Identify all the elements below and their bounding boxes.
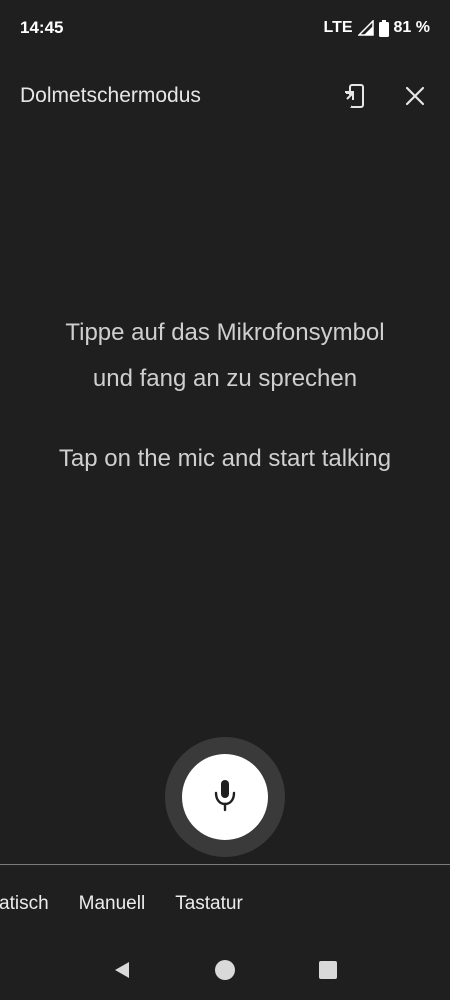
microphone-icon: [212, 778, 238, 817]
tab-keyboard[interactable]: Tastatur: [160, 893, 258, 915]
status-bar: 14:45 LTE 81 %: [0, 0, 450, 56]
app-bar: Dolmetschermodus: [0, 68, 450, 124]
status-indicators: LTE 81 %: [323, 19, 430, 37]
prompt-german-line-1: Tippe auf das Mikrofonsymbol: [65, 319, 385, 346]
status-time: 14:45: [20, 18, 64, 37]
back-icon[interactable]: [102, 950, 142, 990]
recents-icon[interactable]: [308, 950, 348, 990]
tab-manual[interactable]: Manuell: [64, 893, 161, 915]
mic-button[interactable]: [182, 754, 268, 840]
mode-tabs: atisch Manuell Tastatur: [0, 880, 258, 928]
divider: [0, 864, 450, 865]
tab-automatic[interactable]: atisch: [0, 893, 64, 915]
navigation-bar: [0, 945, 450, 995]
signal-icon: [357, 20, 374, 36]
prompt-german: Tippe auf das Mikrofonsymbol und fang an…: [0, 310, 450, 402]
close-icon[interactable]: [400, 81, 430, 111]
prompt-german-line-2: und fang an zu sprechen: [92, 365, 358, 392]
mic-ring: [165, 737, 285, 857]
prompt-english: Tap on the mic and start talking: [0, 436, 450, 482]
network-type: LTE: [323, 19, 353, 36]
battery-icon: [378, 19, 389, 37]
app-bar-actions: [340, 81, 430, 111]
cast-screen-icon[interactable]: [340, 81, 370, 111]
prompt-english-line: Tap on the mic and start talking: [58, 445, 392, 472]
home-icon[interactable]: [205, 950, 245, 990]
battery-level: 81 %: [393, 19, 430, 36]
page-title: Dolmetschermodus: [20, 84, 201, 107]
